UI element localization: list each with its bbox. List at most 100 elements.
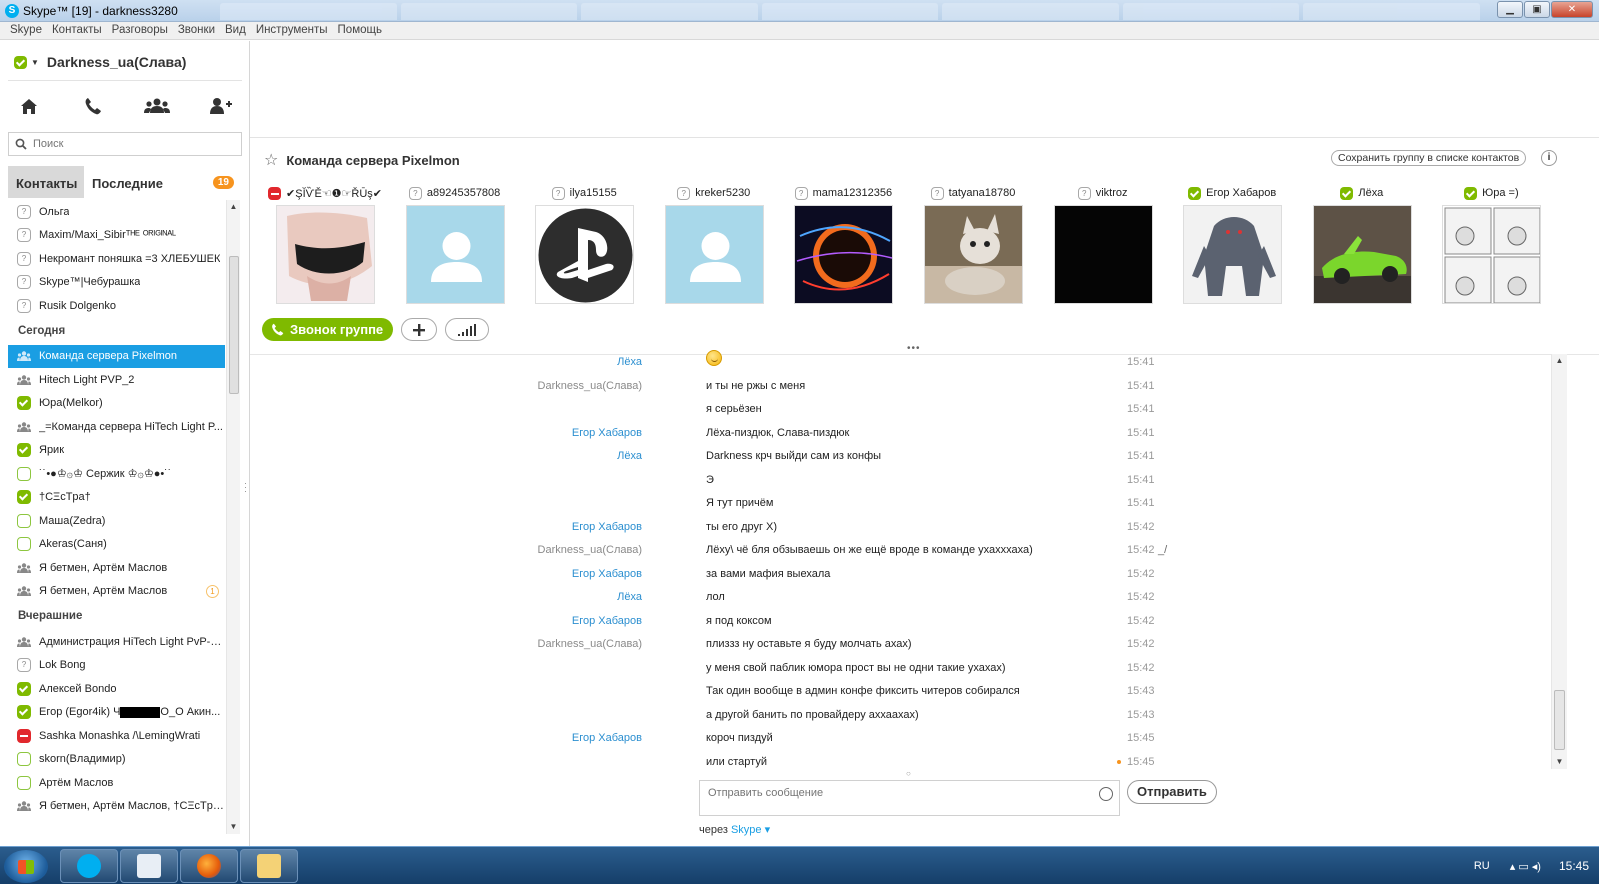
tab-recent[interactable]: Последние	[84, 166, 171, 198]
contact-item[interactable]: Ярик	[8, 439, 225, 463]
contact-item[interactable]: Юра(Melkor)	[8, 392, 225, 416]
avatar[interactable]	[924, 205, 1023, 304]
message-row[interactable]: Егор Хабаров за вами мафия выехала 15:42	[250, 565, 1550, 588]
language-indicator[interactable]: RU	[1474, 860, 1490, 872]
profile[interactable]: ▼ Darkness_ua(Слава)	[14, 52, 186, 72]
contact-item[interactable]: Sashka Monashka /\LemingWrati	[8, 724, 225, 748]
close-button[interactable]: ✕	[1551, 1, 1593, 18]
contact-item[interactable]: Akeras(Саня)	[8, 533, 225, 557]
menu-conversations[interactable]: Разговоры	[107, 22, 173, 39]
message-row[interactable]: Егор Хабаров ты его друг Х) 15:42	[250, 518, 1550, 541]
member-card[interactable]: Юра =)	[1436, 184, 1546, 304]
contact-item[interactable]: ? Ольга	[8, 200, 225, 224]
avatar[interactable]	[535, 205, 635, 304]
emoticon-icon[interactable]	[1099, 787, 1113, 801]
scroll-thumb[interactable]	[229, 256, 239, 394]
contact-item[interactable]: Егор (Egor4ik) Ч O_O Акин...	[8, 701, 225, 725]
chevron-down-icon[interactable]: ▼	[31, 58, 39, 67]
contact-item[interactable]: Я бетмен, Артём Маслов	[8, 556, 225, 580]
contact-item[interactable]: ? Rusik Dolgenko	[8, 294, 225, 318]
chat-title[interactable]: Команда сервера Pixelmon	[286, 153, 459, 168]
avatar[interactable]	[664, 205, 764, 304]
scroll-down-icon[interactable]: ▼	[227, 820, 240, 834]
compose-resize-handle[interactable]: ○	[906, 769, 911, 778]
info-icon[interactable]: i	[1541, 150, 1557, 166]
menu-help[interactable]: Помощь	[333, 22, 387, 39]
contact-item[interactable]: †CΞcTpa†	[8, 486, 225, 510]
avatar[interactable]	[794, 205, 894, 304]
message-row[interactable]: Э 15:41	[250, 471, 1550, 494]
save-group-button[interactable]: Сохранить группу в списке контактов	[1331, 150, 1527, 166]
member-card[interactable]: ? kreker5230	[659, 184, 769, 304]
phone-icon[interactable]	[80, 95, 106, 117]
message-author[interactable]: Егор Хабаров	[572, 568, 642, 580]
contact-item[interactable]: Артём Маслов	[8, 771, 225, 795]
message-author[interactable]: Лёха	[617, 591, 642, 603]
contact-item[interactable]: Команда сервера Pixelmon	[8, 344, 225, 368]
avatar[interactable]	[1053, 205, 1153, 304]
message-author[interactable]: Darkness_ua(Слава)	[538, 638, 642, 650]
profile-name[interactable]: Darkness_ua(Слава)	[47, 54, 187, 70]
pane-splitter[interactable]: · · ·	[244, 479, 247, 496]
contact-item[interactable]: Администрация HiTech Light PvP-P...	[8, 630, 225, 654]
message-author[interactable]: Егор Хабаров	[572, 521, 642, 533]
message-author[interactable]: Darkness_ua(Слава)	[538, 380, 642, 392]
contact-item[interactable]: Hitech Light PVP_2	[8, 368, 225, 392]
message-row[interactable]: Лёха лол 15:42	[250, 588, 1550, 611]
scroll-thumb[interactable]	[1554, 690, 1565, 750]
menu-skype[interactable]: Skype	[5, 22, 47, 39]
message-scrollbar[interactable]: ▲ ▼	[1551, 354, 1567, 769]
message-row[interactable]: или стартуй 15:45	[250, 753, 1550, 776]
contact-item[interactable]: Я бетмен, Артём Маслов, †CΞcTpa†	[8, 795, 225, 819]
message-row[interactable]: Так один вообще в админ конфе фиксить чи…	[250, 682, 1550, 705]
menu-tools[interactable]: Инструменты	[251, 22, 333, 39]
member-card[interactable]: ? mama12312356	[788, 184, 898, 304]
message-author[interactable]: Darkness_ua(Слава)	[538, 544, 642, 556]
online-status-icon[interactable]	[14, 55, 27, 69]
search-input[interactable]	[33, 136, 233, 152]
via-skype-dropdown[interactable]: Skype ▾	[731, 824, 770, 836]
taskbar-cube[interactable]	[120, 849, 178, 883]
scroll-down-icon[interactable]: ▼	[1552, 755, 1567, 769]
member-card[interactable]: ? a89245357808	[400, 184, 510, 304]
message-row[interactable]: а другой банить по провайдеру аххаахах) 1…	[250, 706, 1550, 729]
message-row[interactable]: Лёха Darkness крч выйди сам из конфы 15:41	[250, 447, 1550, 470]
message-row[interactable]: Егор Хабаров Лёха-пиздюк, Слава-пиздюк 15:…	[250, 424, 1550, 447]
message-row[interactable]: Darkness_ua(Слава) Лёху\ чё бля обзываешь…	[250, 541, 1550, 564]
member-card[interactable]: ? tatyana18780	[918, 184, 1028, 304]
avatar[interactable]	[1442, 205, 1542, 304]
add-participant-button[interactable]	[401, 318, 438, 341]
tray-icons[interactable]: ▴ ▭ ◂)	[1510, 860, 1541, 873]
taskbar-firefox[interactable]	[180, 849, 238, 883]
message-author[interactable]: Лёха	[617, 450, 642, 462]
member-card[interactable]: Лёха	[1307, 184, 1417, 304]
taskbar-folder[interactable]	[240, 849, 298, 883]
member-card[interactable]: ? viktroz	[1048, 184, 1158, 304]
scroll-up-icon[interactable]: ▲	[1552, 354, 1567, 368]
message-author[interactable]: Лёха	[617, 356, 642, 368]
taskbar-skype[interactable]	[60, 849, 118, 883]
menu-contacts[interactable]: Контакты	[47, 22, 107, 39]
message-row[interactable]: у меня свой паблик юмора прост вы не одн…	[250, 659, 1550, 682]
search-box[interactable]	[8, 132, 242, 156]
message-row[interactable]: Я тут причём 15:41	[250, 494, 1550, 517]
call-quality-button[interactable]	[445, 318, 490, 341]
contact-item[interactable]: ˙˙•●♔۞♔ Сержик ♔۞♔●•˙˙	[8, 462, 225, 486]
contact-item[interactable]: ? Некромант поняшка =3 ХЛЕБУШЕК	[8, 247, 225, 271]
message-row[interactable]: Лёха 15:41	[250, 350, 1550, 376]
send-button[interactable]: Отправить	[1127, 780, 1217, 804]
call-group-button[interactable]: Звонок группе	[262, 318, 394, 341]
member-card[interactable]: Егор Хабаров	[1177, 184, 1287, 304]
contacts-icon[interactable]	[144, 95, 170, 117]
avatar[interactable]	[276, 205, 375, 304]
avatar[interactable]	[1312, 205, 1412, 304]
message-row[interactable]: Егор Хабаров я под коксом 15:42	[250, 612, 1550, 635]
contact-list-scrollbar[interactable]: ▲ ▼	[226, 200, 240, 834]
avatar[interactable]	[1183, 205, 1283, 304]
start-button[interactable]	[4, 850, 48, 883]
compose-box[interactable]	[699, 780, 1120, 816]
menu-calls[interactable]: Звонки	[173, 22, 220, 39]
minimize-button[interactable]: ▁	[1497, 1, 1523, 18]
message-input[interactable]	[708, 785, 1088, 801]
home-icon[interactable]	[16, 95, 42, 117]
